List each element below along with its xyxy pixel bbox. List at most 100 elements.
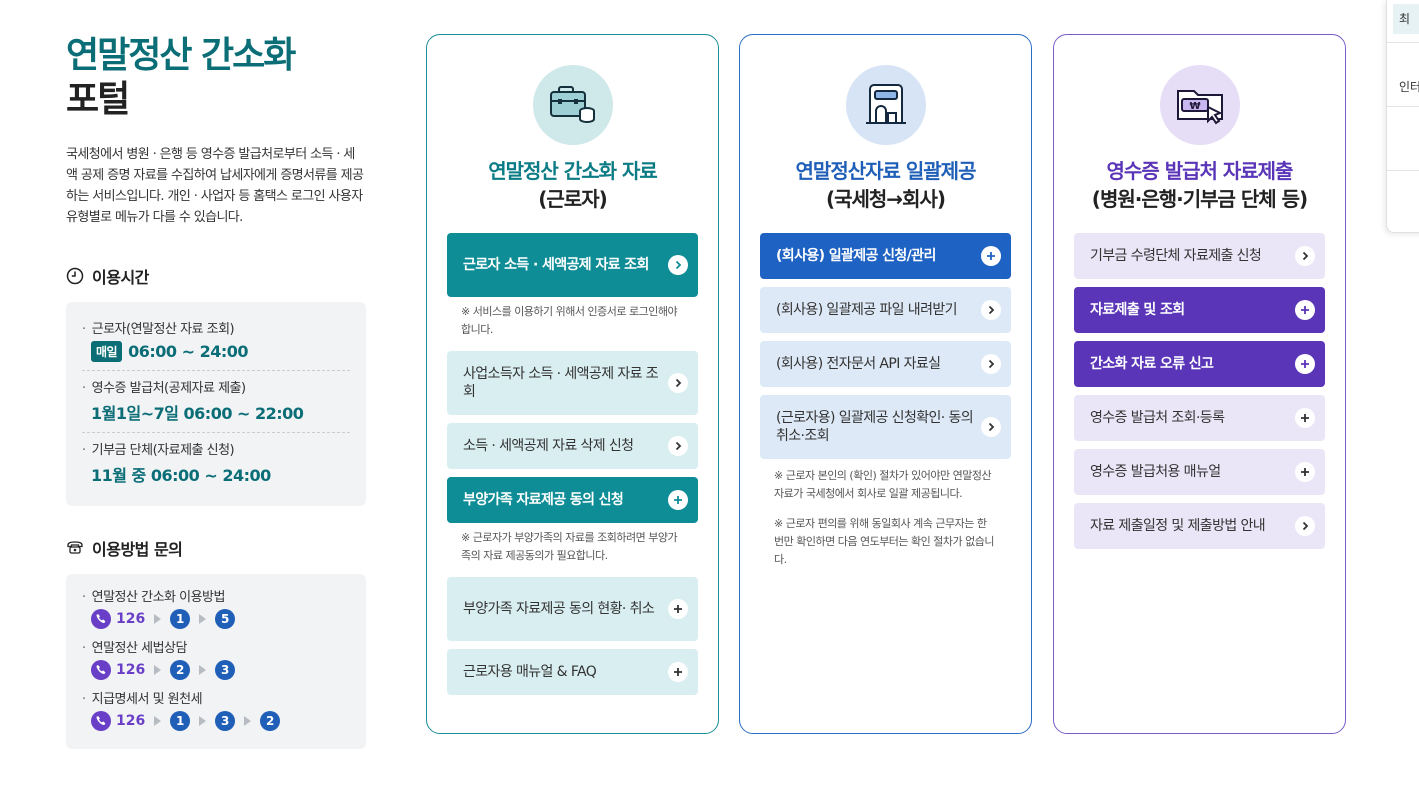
- arrow-right-icon: [199, 716, 207, 726]
- menu-button[interactable]: 부양가족 자료제공 동의 신청: [447, 477, 698, 523]
- phone-number: 126: [116, 662, 146, 678]
- info-note: ※ 근로자 편의를 위해 동일회사 계속 근무자는 한 번만 확인하면 다음 연…: [774, 517, 995, 566]
- menu-button[interactable]: 근로자 소득 · 세액공제 자료 조회: [447, 233, 698, 297]
- inquiry-box: 연말정산 간소화 이용방법12615연말정산 세법상담12623지급명세서 및 …: [66, 574, 366, 749]
- menu-step-number: 3: [215, 711, 236, 731]
- menu-button-label: 부양가족 자료제공 동의 신청: [463, 492, 624, 508]
- hours-heading-label: 이용시간: [92, 268, 149, 287]
- inquiry-item-label: 지급명세서 및 원천세: [82, 688, 350, 707]
- plus-icon: [1295, 408, 1315, 428]
- plus-icon: [1295, 300, 1315, 320]
- info-note: ※ 근로자가 부양가족의 자료를 조회하려면 부양가족의 자료 제공동의가 필요…: [461, 531, 678, 562]
- menu-button[interactable]: 영수증 발급처용 매뉴얼: [1074, 449, 1325, 495]
- inquiry-item: 연말정산 간소화 이용방법 126 1 5: [82, 586, 350, 629]
- menu-button[interactable]: 부양가족 자료제공 동의 현황· 취소: [447, 577, 698, 641]
- hours-item-value: 1월1일~7일 06:00 ~ 22:00: [82, 400, 350, 424]
- menu-step-number: 5: [215, 609, 236, 629]
- info-note: ※ 서비스를 이용하기 위해서 인증서로 로그인해야 합니다.: [461, 305, 678, 336]
- card-subtitle: (국세청→회사): [825, 187, 946, 211]
- inquiry-heading-label: 이용방법 문의: [92, 540, 183, 559]
- menu-button[interactable]: 자료 제출일정 및 제출방법 안내: [1074, 503, 1325, 549]
- menu-button[interactable]: 근로자용 매뉴얼 & FAQ: [447, 649, 698, 695]
- arrow-right-icon: [154, 716, 162, 726]
- card-menu: 근로자 소득 · 세액공제 자료 조회 ※ 서비스를 이용하기 위해서 인증서로 …: [447, 233, 698, 695]
- hours-time: 06:00 ~ 24:00: [128, 342, 248, 361]
- hours-time: 1월1일~7일 06:00 ~ 22:00: [91, 404, 304, 423]
- menu-button[interactable]: 기부금 수령단체 자료제출 신청: [1074, 233, 1325, 279]
- inquiry-heading: 이용방법 문의: [66, 536, 366, 560]
- arrow-right-icon: [154, 614, 162, 624]
- menu-button[interactable]: (회사용) 전자문서 API 자료실: [760, 341, 1011, 387]
- card-subtitle: (병원·은행·기부금 단체 등): [1091, 187, 1308, 211]
- building-icon: [845, 65, 926, 145]
- hours-item-label: 근로자(연말정산 자료 조회): [82, 318, 350, 337]
- card-title: 연말정산 간소화 자료: [488, 159, 658, 183]
- chevron-right-icon: [668, 436, 688, 456]
- hours-box: 근로자(연말정산 자료 조회) 매일 06:00 ~ 24:00 영수증 발급처(공제…: [66, 302, 366, 506]
- hours-heading: 이용시간: [66, 264, 366, 288]
- intro-section: 연말정산 간소화 포털 국세청에서 병원 · 은행 등 영수증 발급처로부터 소…: [66, 34, 366, 749]
- phone-number: 126: [116, 713, 146, 729]
- menu-button-label: 기부금 수령단체 자료제출 신청: [1090, 248, 1262, 264]
- plus-icon: [668, 599, 688, 619]
- chevron-right-icon: [668, 373, 688, 393]
- menu-button[interactable]: 간소화 자료 오류 신고: [1074, 341, 1325, 387]
- menu-button-label: (근로자용) 일괄제공 신청확인· 동의취소·조회: [776, 410, 974, 444]
- quick-panel-item[interactable]: 최: [1393, 4, 1419, 34]
- hours-item-label: 영수증 발급처(공제자료 제출): [82, 377, 350, 396]
- menu-button[interactable]: (회사용) 일괄제공 신청/관리: [760, 233, 1011, 279]
- menu-button[interactable]: 소득 · 세액공제 자료 삭제 신청: [447, 423, 698, 469]
- hours-item-label: 기부금 단체(자료제출 신청): [82, 439, 350, 458]
- menu-button-label: 사업소득자 소득 · 세액공제 자료 조회: [463, 366, 659, 400]
- inquiry-item-label: 연말정산 간소화 이용방법: [82, 586, 350, 605]
- chevron-right-icon: [668, 255, 688, 275]
- inquiry-item-label: 연말정산 세법상담: [82, 637, 350, 656]
- menu-button[interactable]: (근로자용) 일괄제공 신청확인· 동의취소·조회: [760, 395, 1011, 459]
- hours-item: 영수증 발급처(공제자료 제출) 1월1일~7일 06:00 ~ 22:00: [82, 371, 350, 433]
- briefcase-coins-icon: [532, 65, 613, 145]
- phone-icon: [91, 711, 111, 731]
- menu-button-label: (회사용) 전자문서 API 자료실: [776, 356, 941, 372]
- hours-item-value: 매일 06:00 ~ 24:00: [82, 341, 350, 362]
- card-menu: 기부금 수령단체 자료제출 신청자료제출 및 조회간소화 자료 오류 신고영수증…: [1074, 233, 1325, 549]
- menu-step-number: 1: [170, 711, 191, 731]
- telephone-icon: [66, 539, 84, 557]
- chevron-right-icon: [981, 417, 1001, 437]
- menu-button[interactable]: 사업소득자 소득 · 세액공제 자료 조회: [447, 351, 698, 415]
- card-company: 연말정산자료 일괄제공 (국세청→회사) (회사용) 일괄제공 신청/관리 (회사…: [739, 34, 1032, 734]
- hours-item: 근로자(연말정산 자료 조회) 매일 06:00 ~ 24:00: [82, 312, 350, 371]
- menu-button[interactable]: (회사용) 일괄제공 파일 내려받기: [760, 287, 1011, 333]
- phone-sequence: 126 1 3 2: [82, 711, 350, 731]
- card-title: 영수증 발급처 자료제출: [1106, 159, 1294, 183]
- menu-button-label: (회사용) 일괄제공 신청/관리: [776, 248, 936, 264]
- plus-icon: [1295, 462, 1315, 482]
- daily-badge: 매일: [91, 341, 123, 362]
- menu-button-label: 자료제출 및 조회: [1090, 302, 1185, 318]
- menu-button[interactable]: 자료제출 및 조회: [1074, 287, 1325, 333]
- phone-sequence: 126 2 3: [82, 660, 350, 680]
- menu-button[interactable]: 영수증 발급처 조회·등록: [1074, 395, 1325, 441]
- page-title: 연말정산 간소화: [66, 35, 296, 76]
- inquiry-item: 지급명세서 및 원천세 126 1 3 2: [82, 688, 350, 731]
- quick-panel-item[interactable]: 인터: [1399, 78, 1419, 95]
- card-menu: (회사용) 일괄제공 신청/관리 (회사용) 일괄제공 파일 내려받기 (회사용) …: [760, 233, 1011, 581]
- card-title: 연말정산자료 일괄제공: [795, 159, 977, 183]
- menu-button-label: 근로자용 매뉴얼 & FAQ: [463, 664, 597, 680]
- menu-button-label: 근로자 소득 · 세액공제 자료 조회: [463, 257, 649, 273]
- plus-icon: [981, 246, 1001, 266]
- hours-time: 11월 중 06:00 ~ 24:00: [91, 466, 271, 485]
- menu-step-number: 3: [215, 660, 236, 680]
- side-quick-panel: 최 인터: [1386, 0, 1419, 233]
- menu-button-label: (회사용) 일괄제공 파일 내려받기: [776, 302, 958, 318]
- hours-item: 기부금 단체(자료제출 신청) 11월 중 06:00 ~ 24:00: [82, 433, 350, 494]
- plus-icon: [668, 490, 688, 510]
- menu-button-label: 영수증 발급처 조회·등록: [1090, 410, 1225, 426]
- chevron-right-icon: [1295, 516, 1315, 536]
- arrow-right-icon: [199, 614, 207, 624]
- chevron-right-icon: [981, 300, 1001, 320]
- phone-icon: [91, 609, 111, 629]
- hours-item-value: 11월 중 06:00 ~ 24:00: [82, 462, 350, 486]
- chevron-right-icon: [981, 354, 1001, 374]
- plus-icon: [1295, 354, 1315, 374]
- card-subtitle: (근로자): [538, 187, 607, 211]
